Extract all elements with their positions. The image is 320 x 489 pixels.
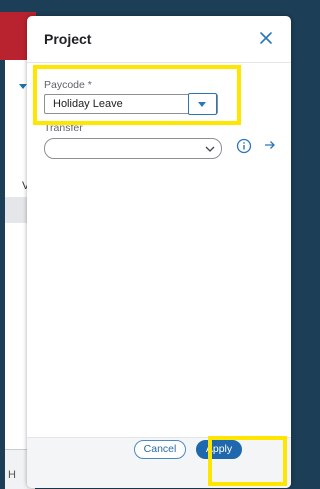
info-button[interactable] xyxy=(236,138,252,154)
chevron-down-icon xyxy=(205,146,215,152)
caret-down-icon xyxy=(198,102,206,107)
info-icon xyxy=(236,138,252,154)
cancel-button[interactable]: Cancel xyxy=(134,440,186,459)
app-caret-icon[interactable] xyxy=(19,84,27,89)
close-icon xyxy=(260,32,272,44)
project-dialog: Project Paycode * Holiday Leave Transfer xyxy=(27,16,291,488)
dialog-title: Project xyxy=(44,31,92,47)
transfer-select[interactable] xyxy=(44,138,222,159)
paycode-dropdown-button[interactable] xyxy=(188,93,217,115)
arrow-right-icon xyxy=(265,141,275,149)
apply-button[interactable]: Apply xyxy=(196,440,242,459)
close-button[interactable] xyxy=(256,28,276,48)
paycode-value: Holiday Leave xyxy=(53,98,123,110)
header-divider xyxy=(27,62,291,63)
transfer-label: Transfer xyxy=(44,122,83,134)
paycode-label: Paycode * xyxy=(44,79,92,91)
transfer-arrow-button[interactable] xyxy=(263,138,277,152)
app-footer-text-fragment: H xyxy=(8,469,16,481)
